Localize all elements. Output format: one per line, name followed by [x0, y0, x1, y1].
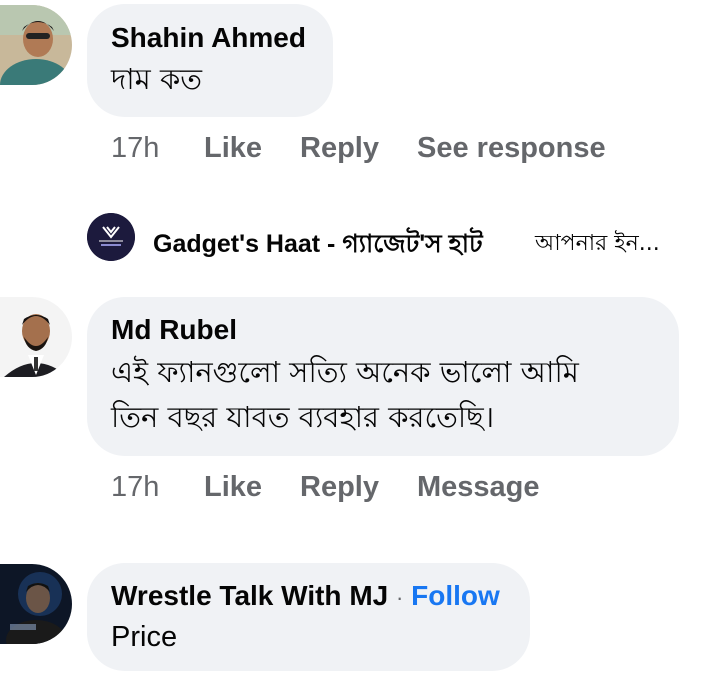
comment-text: Price — [111, 621, 178, 653]
comment-timestamp[interactable]: 17h — [111, 131, 159, 165]
like-button[interactable]: Like — [204, 470, 262, 504]
comment-author[interactable]: Wrestle Talk With MJ — [111, 580, 388, 611]
avatar[interactable] — [0, 5, 72, 85]
comment-author[interactable]: Md Rubel — [111, 313, 237, 347]
reply-button[interactable]: Reply — [300, 470, 379, 504]
reply-preview[interactable]: Gadget's Haat - গ্যাজেট'স হাট আপনার ইন..… — [87, 213, 687, 269]
follow-button[interactable]: Follow — [411, 580, 500, 611]
page-logo-avatar — [87, 213, 135, 261]
comment-author[interactable]: Shahin Ahmed — [111, 21, 306, 55]
avatar[interactable] — [0, 564, 72, 644]
profile-photo-icon — [0, 5, 72, 85]
comment-author-row: Wrestle Talk With MJ · Follow — [111, 579, 500, 615]
comment-text: দাম কত — [111, 62, 203, 96]
comment-actions: 17h Like Reply Message — [111, 470, 671, 504]
reply-button[interactable]: Reply — [300, 131, 379, 165]
avatar[interactable] — [0, 297, 72, 377]
reply-snippet: আপনার ইন... — [535, 231, 660, 256]
see-response-button[interactable]: See response — [417, 131, 606, 165]
message-button[interactable]: Message — [417, 470, 540, 504]
profile-photo-icon — [0, 564, 72, 644]
comment-actions: 17h Like Reply See response — [111, 131, 671, 165]
comment-text-line-1: এই ফ্যানগুলো সত্যি অনেক ভালো আমি — [111, 355, 579, 389]
comment-timestamp[interactable]: 17h — [111, 470, 159, 504]
comment-text-line-2: তিন বছর যাবত ব্যবহার করতেছি। — [111, 400, 495, 434]
profile-photo-icon — [0, 297, 72, 377]
reply-author[interactable]: Gadget's Haat - গ্যাজেট'স হাট — [153, 224, 483, 267]
separator-dot: · — [396, 585, 404, 610]
like-button[interactable]: Like — [204, 131, 262, 165]
gadgets-haat-logo-icon — [87, 213, 135, 261]
comment-thread: Shahin Ahmed দাম কত 17h Like Reply See r… — [0, 0, 703, 675]
